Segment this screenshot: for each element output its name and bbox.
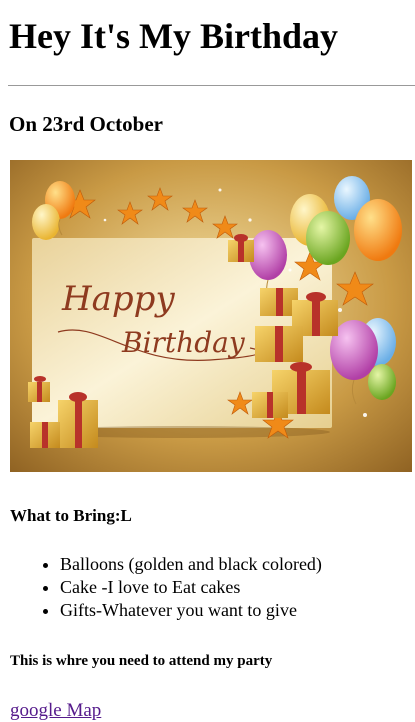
google-map-link[interactable]: google Map xyxy=(10,700,101,722)
attend-heading: This is whre you need to attend my party xyxy=(10,653,273,669)
page-title: Hey It's My Birthday xyxy=(9,16,338,56)
bring-heading: What to Bring:L xyxy=(10,506,132,525)
birthday-card-image: Happy Birthday xyxy=(10,160,412,472)
greeting-birthday: Birthday xyxy=(121,326,246,359)
birthday-card-illustration: Happy Birthday xyxy=(10,160,412,472)
divider xyxy=(8,85,415,86)
party-date: On 23rd October xyxy=(9,112,163,136)
list-item: Cake -I love to Eat cakes xyxy=(60,576,322,599)
bring-list: Balloons (golden and black colored) Cake… xyxy=(20,553,322,622)
greeting-happy: Happy xyxy=(61,279,175,319)
list-item: Gifts-Whatever you want to give xyxy=(60,599,322,622)
list-item: Balloons (golden and black colored) xyxy=(60,553,322,576)
